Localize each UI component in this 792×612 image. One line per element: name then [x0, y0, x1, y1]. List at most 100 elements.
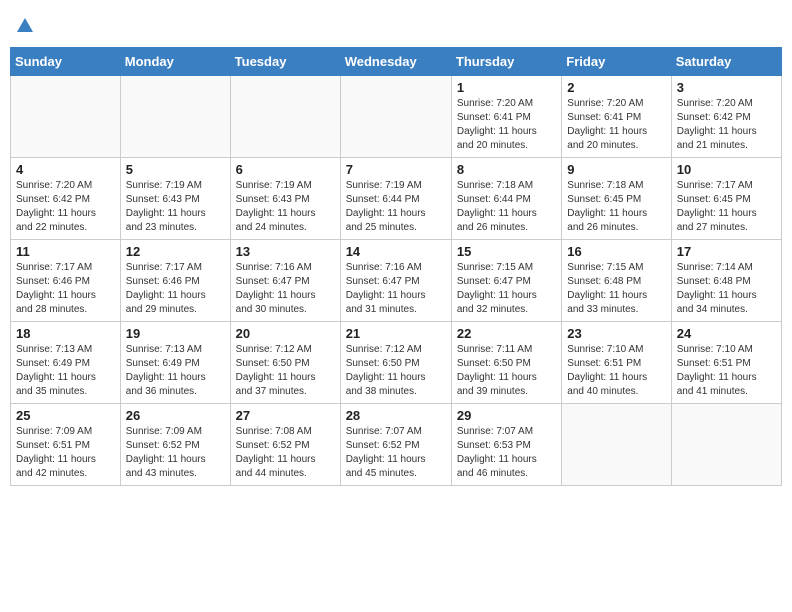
day-info: Sunrise: 7:19 AM Sunset: 6:44 PM Dayligh… [346, 179, 446, 235]
day-number: 20 [236, 326, 335, 341]
calendar-cell: 12 Sunrise: 7:17 AM Sunset: 6:46 PM Dayli… [120, 239, 230, 321]
col-header-monday: Monday [120, 47, 230, 75]
day-info: Sunrise: 7:08 AM Sunset: 6:52 PM Dayligh… [236, 425, 335, 481]
day-number: 9 [567, 162, 665, 177]
calendar-cell: 28Sunrise: 7:07 AM Sunset: 6:52 PM Dayli… [340, 403, 451, 485]
calendar-week-row: 1 Sunrise: 7:20 AM Sunset: 6:41 PM Daylig… [11, 75, 782, 157]
calendar-cell: 19 Sunrise: 7:13 AM Sunset: 6:49 PM Dayli… [120, 321, 230, 403]
day-info: Sunrise: 7:15 AM Sunset: 6:47 PM Dayligh… [457, 261, 556, 317]
day-info: Sunrise: 7:19 AM Sunset: 6:43 PM Dayligh… [126, 179, 225, 235]
day-number: 19 [126, 326, 225, 341]
logo-triangle-icon [16, 16, 34, 39]
day-number: 11 [16, 244, 115, 259]
day-number: 2 [567, 80, 665, 95]
calendar-cell: 11 Sunrise: 7:17 AM Sunset: 6:46 PM Dayli… [11, 239, 121, 321]
day-number: 18 [16, 326, 115, 341]
calendar-cell [671, 403, 781, 485]
calendar-cell: 7 Sunrise: 7:19 AM Sunset: 6:44 PM Daylig… [340, 157, 451, 239]
calendar-cell: 13 Sunrise: 7:16 AM Sunset: 6:47 PM Dayli… [230, 239, 340, 321]
day-info: Sunrise: 7:13 AM Sunset: 6:49 PM Dayligh… [126, 343, 225, 399]
day-number: 14 [346, 244, 446, 259]
day-number: 8 [457, 162, 556, 177]
day-number: 24 [677, 326, 776, 341]
day-info: Sunrise: 7:20 AM Sunset: 6:41 PM Dayligh… [567, 97, 665, 153]
day-number: 27 [236, 408, 335, 423]
calendar-cell: 17 Sunrise: 7:14 AM Sunset: 6:48 PM Dayli… [671, 239, 781, 321]
day-info: Sunrise: 7:11 AM Sunset: 6:50 PM Dayligh… [457, 343, 556, 399]
day-number: 4 [16, 162, 115, 177]
calendar-week-row: 18 Sunrise: 7:13 AM Sunset: 6:49 PM Dayli… [11, 321, 782, 403]
day-info: Sunrise: 7:14 AM Sunset: 6:48 PM Dayligh… [677, 261, 776, 317]
day-info: Sunrise: 7:20 AM Sunset: 6:42 PM Dayligh… [677, 97, 776, 153]
calendar-cell [562, 403, 671, 485]
logo [14, 16, 34, 39]
day-number: 10 [677, 162, 776, 177]
col-header-thursday: Thursday [451, 47, 561, 75]
col-header-friday: Friday [562, 47, 671, 75]
day-info: Sunrise: 7:17 AM Sunset: 6:45 PM Dayligh… [677, 179, 776, 235]
day-info: Sunrise: 7:20 AM Sunset: 6:42 PM Dayligh… [16, 179, 115, 235]
calendar-cell: 4 Sunrise: 7:20 AM Sunset: 6:42 PM Daylig… [11, 157, 121, 239]
calendar-cell: 2 Sunrise: 7:20 AM Sunset: 6:41 PM Daylig… [562, 75, 671, 157]
calendar-cell: 23Sunrise: 7:10 AM Sunset: 6:51 PM Dayli… [562, 321, 671, 403]
calendar-cell: 15 Sunrise: 7:15 AM Sunset: 6:47 PM Dayli… [451, 239, 561, 321]
day-number: 12 [126, 244, 225, 259]
day-info: Sunrise: 7:07 AM Sunset: 6:53 PM Dayligh… [457, 425, 556, 481]
day-number: 6 [236, 162, 335, 177]
day-number: 26 [126, 408, 225, 423]
day-info: Sunrise: 7:07 AM Sunset: 6:52 PM Dayligh… [346, 425, 446, 481]
calendar-cell: 29 Sunrise: 7:07 AM Sunset: 6:53 PM Dayli… [451, 403, 561, 485]
day-info: Sunrise: 7:17 AM Sunset: 6:46 PM Dayligh… [126, 261, 225, 317]
day-number: 16 [567, 244, 665, 259]
col-header-wednesday: Wednesday [340, 47, 451, 75]
day-number: 25 [16, 408, 115, 423]
calendar-table: SundayMondayTuesdayWednesdayThursdayFrid… [10, 47, 782, 486]
calendar-cell: 3 Sunrise: 7:20 AM Sunset: 6:42 PM Daylig… [671, 75, 781, 157]
day-number: 13 [236, 244, 335, 259]
calendar-cell: 8Sunrise: 7:18 AM Sunset: 6:44 PM Daylig… [451, 157, 561, 239]
day-info: Sunrise: 7:17 AM Sunset: 6:46 PM Dayligh… [16, 261, 115, 317]
day-info: Sunrise: 7:10 AM Sunset: 6:51 PM Dayligh… [677, 343, 776, 399]
calendar-week-row: 4 Sunrise: 7:20 AM Sunset: 6:42 PM Daylig… [11, 157, 782, 239]
calendar-cell: 14 Sunrise: 7:16 AM Sunset: 6:47 PM Dayli… [340, 239, 451, 321]
calendar-week-row: 11 Sunrise: 7:17 AM Sunset: 6:46 PM Dayli… [11, 239, 782, 321]
calendar-cell [11, 75, 121, 157]
day-info: Sunrise: 7:16 AM Sunset: 6:47 PM Dayligh… [346, 261, 446, 317]
day-info: Sunrise: 7:19 AM Sunset: 6:43 PM Dayligh… [236, 179, 335, 235]
calendar-cell: 25 Sunrise: 7:09 AM Sunset: 6:51 PM Dayli… [11, 403, 121, 485]
day-info: Sunrise: 7:16 AM Sunset: 6:47 PM Dayligh… [236, 261, 335, 317]
calendar-cell [340, 75, 451, 157]
day-number: 17 [677, 244, 776, 259]
day-info: Sunrise: 7:13 AM Sunset: 6:49 PM Dayligh… [16, 343, 115, 399]
calendar-cell [230, 75, 340, 157]
calendar-week-row: 25 Sunrise: 7:09 AM Sunset: 6:51 PM Dayli… [11, 403, 782, 485]
calendar-cell: 18 Sunrise: 7:13 AM Sunset: 6:49 PM Dayli… [11, 321, 121, 403]
col-header-sunday: Sunday [11, 47, 121, 75]
calendar-cell: 10 Sunrise: 7:17 AM Sunset: 6:45 PM Dayli… [671, 157, 781, 239]
day-number: 21 [346, 326, 446, 341]
day-info: Sunrise: 7:20 AM Sunset: 6:41 PM Dayligh… [457, 97, 556, 153]
calendar-cell [120, 75, 230, 157]
day-info: Sunrise: 7:15 AM Sunset: 6:48 PM Dayligh… [567, 261, 665, 317]
calendar-cell: 16 Sunrise: 7:15 AM Sunset: 6:48 PM Dayli… [562, 239, 671, 321]
day-number: 7 [346, 162, 446, 177]
day-info: Sunrise: 7:10 AM Sunset: 6:51 PM Dayligh… [567, 343, 665, 399]
day-info: Sunrise: 7:12 AM Sunset: 6:50 PM Dayligh… [346, 343, 446, 399]
day-info: Sunrise: 7:12 AM Sunset: 6:50 PM Dayligh… [236, 343, 335, 399]
calendar-header-row: SundayMondayTuesdayWednesdayThursdayFrid… [11, 47, 782, 75]
calendar-cell: 20 Sunrise: 7:12 AM Sunset: 6:50 PM Dayli… [230, 321, 340, 403]
day-number: 15 [457, 244, 556, 259]
day-number: 22 [457, 326, 556, 341]
day-number: 29 [457, 408, 556, 423]
calendar-cell: 27 Sunrise: 7:08 AM Sunset: 6:52 PM Dayli… [230, 403, 340, 485]
day-number: 3 [677, 80, 776, 95]
calendar-cell: 24 Sunrise: 7:10 AM Sunset: 6:51 PM Dayli… [671, 321, 781, 403]
col-header-saturday: Saturday [671, 47, 781, 75]
calendar-cell: 21 Sunrise: 7:12 AM Sunset: 6:50 PM Dayli… [340, 321, 451, 403]
col-header-tuesday: Tuesday [230, 47, 340, 75]
day-info: Sunrise: 7:18 AM Sunset: 6:45 PM Dayligh… [567, 179, 665, 235]
day-info: Sunrise: 7:09 AM Sunset: 6:51 PM Dayligh… [16, 425, 115, 481]
day-info: Sunrise: 7:09 AM Sunset: 6:52 PM Dayligh… [126, 425, 225, 481]
calendar-cell: 1 Sunrise: 7:20 AM Sunset: 6:41 PM Daylig… [451, 75, 561, 157]
day-number: 1 [457, 80, 556, 95]
